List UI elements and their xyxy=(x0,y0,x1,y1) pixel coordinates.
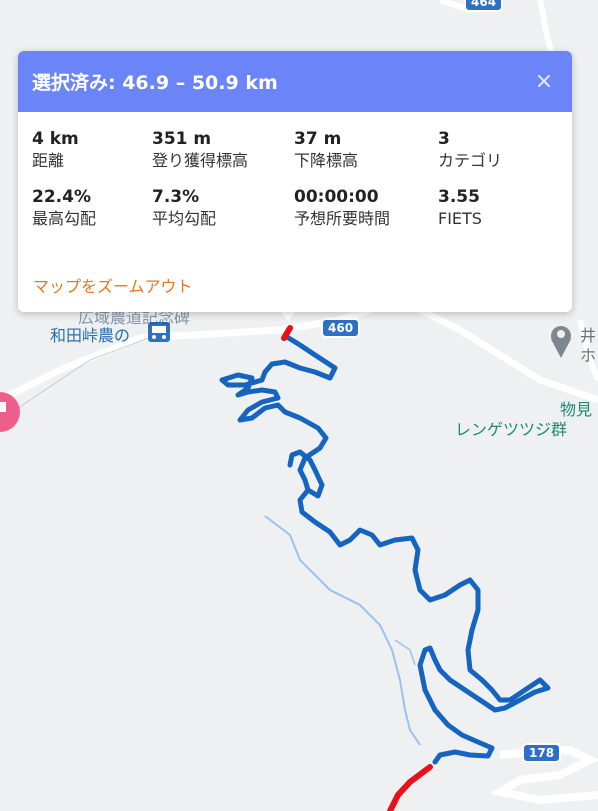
popup-title: 選択済み: 46.9 – 50.9 km xyxy=(32,72,278,94)
stat-label: 距離 xyxy=(32,151,65,170)
stat-max-gradient: 22.4% 最高勾配 xyxy=(32,186,152,230)
location-pin-icon xyxy=(551,326,571,358)
stat-label: カテゴリ xyxy=(438,151,503,170)
stat-value: 00:00:00 xyxy=(294,187,379,207)
stat-est-time: 00:00:00 予想所要時間 xyxy=(294,186,438,230)
stat-label: 予想所要時間 xyxy=(294,209,391,228)
stat-value: 4 km xyxy=(32,129,79,149)
stats-grid: 4 km 距離 351 m 登り獲得標高 37 m 下降標高 3 カテゴリ 22.4% 最… xyxy=(18,112,572,230)
stat-category: 3 カテゴリ xyxy=(438,128,558,172)
stat-label: 下降標高 xyxy=(294,151,359,170)
road-shield-464: 464 xyxy=(464,0,504,12)
stat-value: 7.3% xyxy=(152,187,200,207)
stream xyxy=(264,515,421,746)
route-other xyxy=(387,764,433,811)
stat-value: 22.4% xyxy=(32,187,91,207)
zoom-out-link[interactable]: マップをズームアウト xyxy=(33,273,193,297)
stat-label: FIETS xyxy=(438,209,482,228)
place-label-renge: レンゲツツジ群 xyxy=(455,420,568,439)
stat-fiets: 3.55 FIETS xyxy=(438,186,558,230)
stat-value: 3 xyxy=(438,129,450,149)
stat-value: 351 m xyxy=(152,129,212,149)
stat-label: 最高勾配 xyxy=(32,209,97,228)
stat-value: 3.55 xyxy=(438,187,480,207)
place-label-wadatoge: 和田峠農の xyxy=(50,326,131,345)
stat-distance: 4 km 距離 xyxy=(32,128,152,172)
place-label-ho: ホ xyxy=(580,346,597,365)
stream xyxy=(394,639,416,666)
stat-value: 37 m xyxy=(294,129,342,149)
road-shield-460: 460 xyxy=(321,318,361,338)
stat-avg-gradient: 7.3% 平均勾配 xyxy=(152,186,294,230)
stat-label: 平均勾配 xyxy=(152,209,217,228)
stat-label: 登り獲得標高 xyxy=(152,151,249,170)
selected-route-branch xyxy=(287,449,325,499)
close-icon[interactable]: × xyxy=(530,69,558,94)
selected-route xyxy=(219,334,551,765)
stat-ascent: 351 m 登り獲得標高 xyxy=(152,128,294,172)
road-shield-178: 178 xyxy=(522,743,562,763)
popup-header: 選択済み: 46.9 – 50.9 km × xyxy=(18,51,572,112)
stat-descent: 37 m 下降標高 xyxy=(294,128,438,172)
segment-popup: 選択済み: 46.9 – 50.9 km × 4 km 距離 351 m 登り獲得標… xyxy=(18,51,572,312)
poi-marker-icon xyxy=(0,392,20,432)
